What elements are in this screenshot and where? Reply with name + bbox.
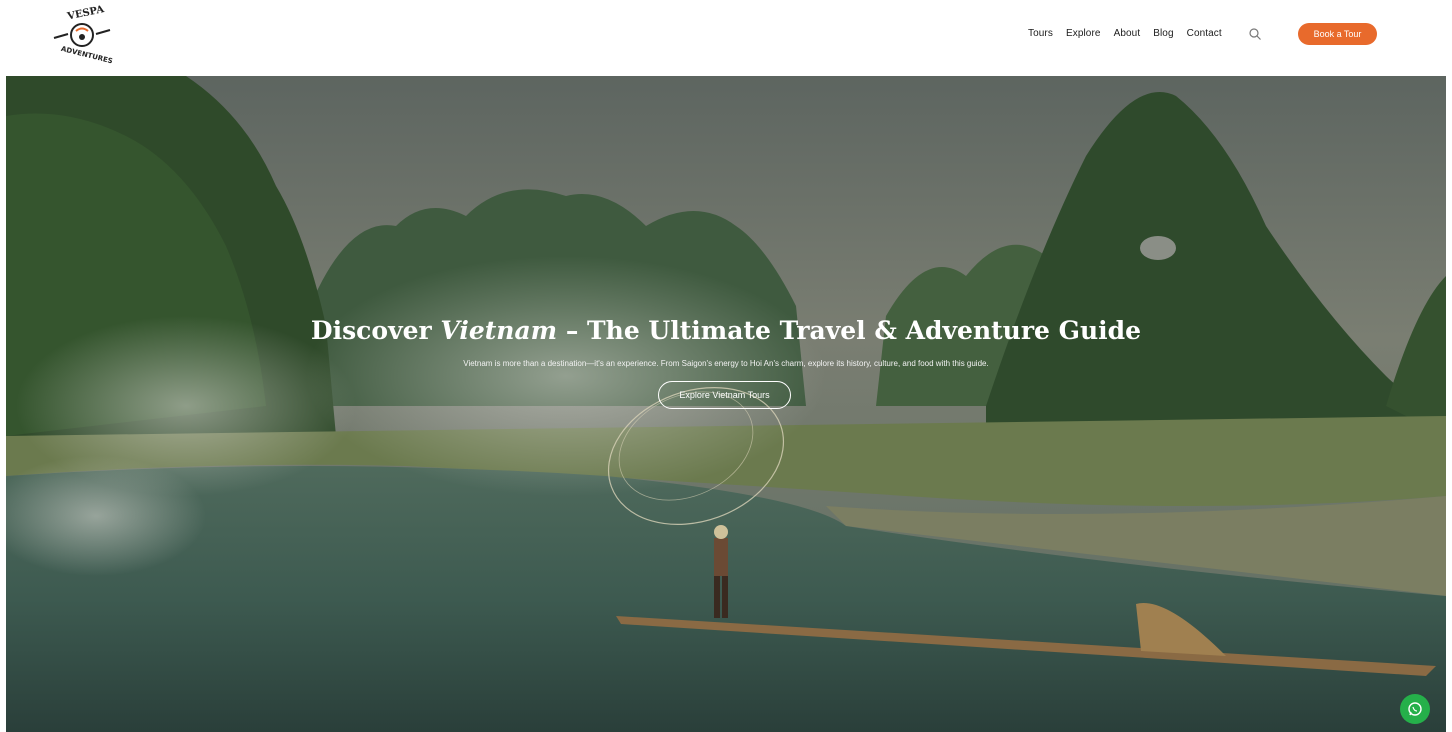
hero-section: Discover Vietnam – The Ultimate Travel &… [6, 76, 1446, 732]
whatsapp-icon[interactable] [1400, 694, 1430, 724]
nav-about[interactable]: About [1114, 28, 1141, 39]
site-header: VESPA ADVENTURES Tours Explore About Blo… [0, 0, 1452, 76]
nav-explore[interactable]: Explore [1066, 28, 1101, 39]
hero-subtitle: Vietnam is more than a destination—it's … [463, 359, 989, 368]
nav-contact[interactable]: Contact [1187, 28, 1222, 39]
search-icon[interactable] [1248, 27, 1262, 41]
hero-content: Discover Vietnam – The Ultimate Travel &… [6, 76, 1446, 732]
explore-vietnam-tours-button[interactable]: Explore Vietnam Tours [658, 381, 791, 409]
svg-text:ADVENTURES: ADVENTURES [60, 45, 113, 66]
vespa-adventures-logo[interactable]: VESPA ADVENTURES [46, 4, 118, 66]
nav-tours[interactable]: Tours [1028, 28, 1053, 39]
book-a-tour-button[interactable]: Book a Tour [1298, 23, 1377, 45]
svg-text:VESPA: VESPA [66, 4, 106, 23]
main-nav: Tours Explore About Blog Contact [1028, 28, 1235, 39]
hero-title: Discover Vietnam – The Ultimate Travel &… [310, 316, 1142, 345]
nav-blog[interactable]: Blog [1153, 28, 1173, 39]
